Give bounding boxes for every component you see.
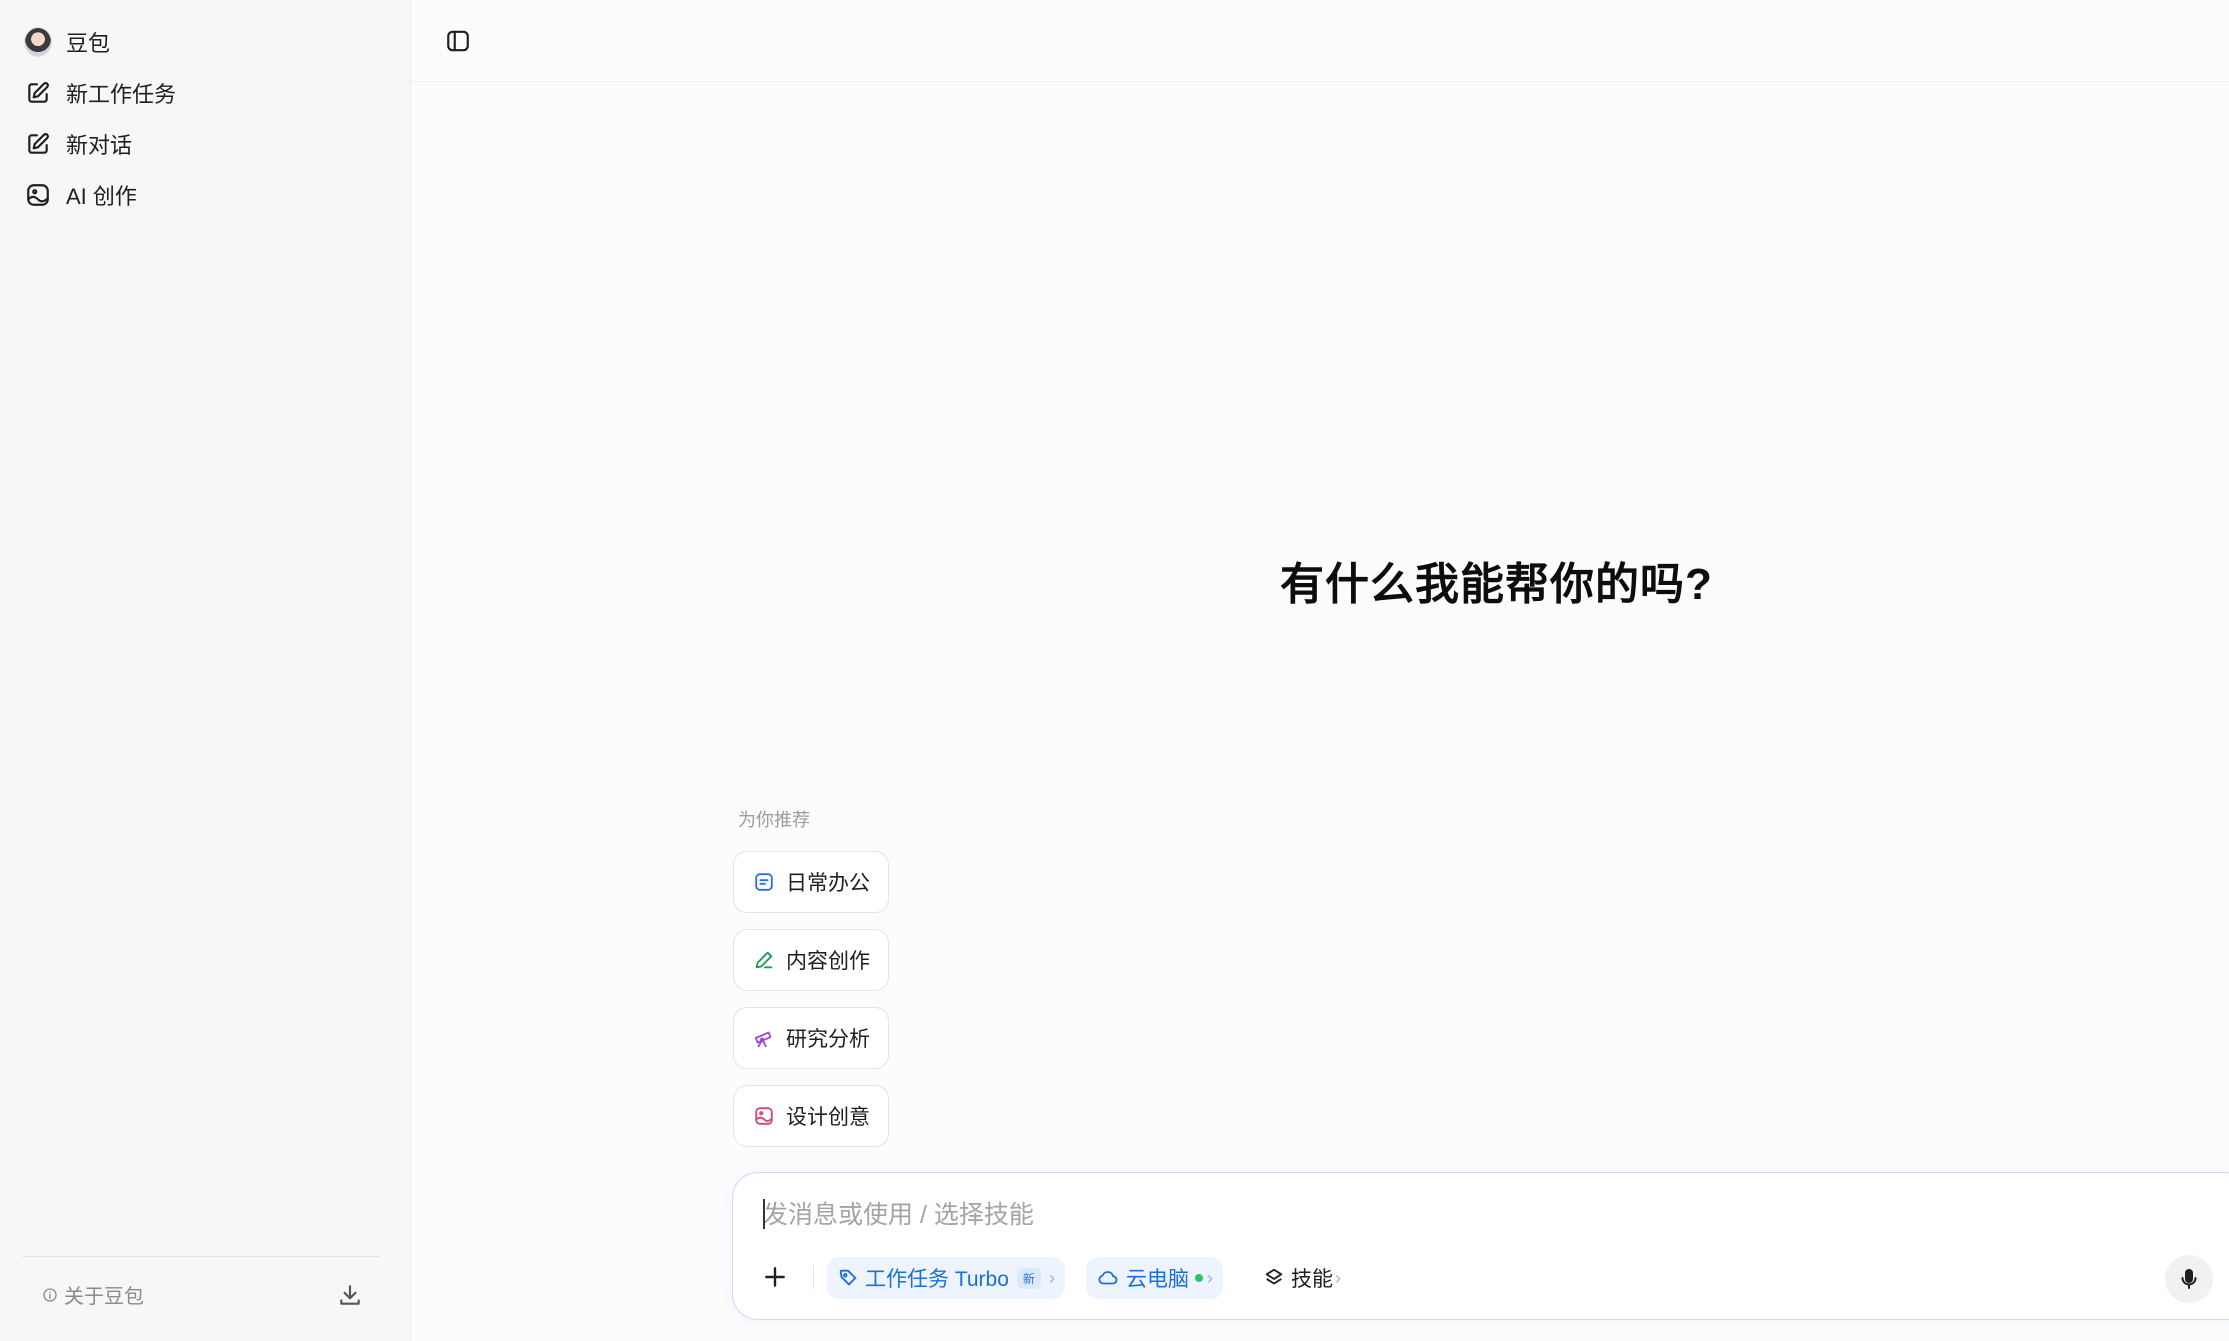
recommend-title: 为你推荐 <box>738 810 810 830</box>
recommend-label: 研究分析 <box>786 1028 870 1051</box>
image-icon <box>752 1104 776 1128</box>
edit-icon <box>24 130 52 158</box>
sidebar-divider <box>22 1256 380 1257</box>
pen-icon <box>752 948 776 972</box>
document-icon <box>752 870 776 894</box>
recommend-research-analysis[interactable]: 研究分析 <box>733 1007 889 1069</box>
recommend-content-creation[interactable]: 内容创作 <box>733 929 889 991</box>
sidebar-item-new-work-task[interactable]: 新工作任务 <box>24 73 384 113</box>
sidebar-item-label: AI 创作 <box>66 184 137 209</box>
skills-button[interactable]: 技能 › <box>1253 1257 1351 1299</box>
sidebar-item-label: 新对话 <box>66 133 133 158</box>
skills-label: 技能 <box>1291 1268 1333 1291</box>
chevron-right-icon: › <box>1048 1267 1055 1288</box>
top-bar <box>411 0 2229 82</box>
about-doubao-link[interactable]: 关于豆包 <box>42 1280 144 1309</box>
work-task-turbo-label: 工作任务 Turbo <box>865 1268 1009 1291</box>
recommend-design-creative[interactable]: 设计创意 <box>733 1085 889 1147</box>
image-icon <box>24 181 52 209</box>
sidebar-item-label: 新工作任务 <box>66 82 177 107</box>
recommend-label: 内容创作 <box>786 950 870 973</box>
sidebar-toggle-icon <box>445 28 471 54</box>
layers-icon <box>1263 1267 1285 1289</box>
recommend-label: 设计创意 <box>786 1106 870 1129</box>
sidebar-toggle-button[interactable] <box>441 24 475 58</box>
message-composer: 工作任务 Turbo 新 › 云电脑 › 技能 › <box>732 1172 2229 1320</box>
about-label: 关于豆包 <box>64 1286 144 1308</box>
tag-icon <box>837 1267 859 1289</box>
download-button[interactable] <box>334 1279 366 1311</box>
online-status-dot <box>1195 1274 1203 1282</box>
info-icon <box>42 1287 58 1303</box>
add-attachment-button[interactable] <box>755 1257 795 1297</box>
voice-input-button[interactable] <box>2165 1255 2213 1303</box>
recommend-label: 日常办公 <box>786 872 870 895</box>
page-title: 有什么我能帮你的吗? <box>1280 560 1713 609</box>
composer-divider <box>813 1265 814 1289</box>
text-caret <box>763 1199 765 1229</box>
sidebar-item-label: 豆包 <box>66 31 111 56</box>
sidebar-item-doubao[interactable]: 豆包 <box>24 22 384 62</box>
edit-icon <box>24 79 52 107</box>
sidebar: 豆包 新工作任务 新对话 AI 创作 关于豆包 <box>0 0 411 1341</box>
cloud-computer-button[interactable]: 云电脑 › <box>1086 1257 1223 1299</box>
sidebar-item-ai-create[interactable]: AI 创作 <box>24 175 384 215</box>
telescope-icon <box>752 1026 776 1050</box>
microphone-icon <box>2177 1267 2201 1291</box>
avatar <box>24 27 52 57</box>
recommend-daily-office[interactable]: 日常办公 <box>733 851 889 913</box>
new-badge: 新 <box>1016 1267 1041 1289</box>
download-icon <box>337 1282 363 1308</box>
cloud-icon <box>1096 1267 1120 1289</box>
plus-icon <box>762 1264 788 1290</box>
message-input[interactable] <box>761 1193 2161 1237</box>
cloud-computer-label: 云电脑 <box>1126 1268 1189 1291</box>
chevron-right-icon: › <box>1335 1267 1341 1288</box>
chevron-right-icon: › <box>1207 1267 1213 1288</box>
sidebar-item-new-chat[interactable]: 新对话 <box>24 124 384 164</box>
work-task-turbo-button[interactable]: 工作任务 Turbo 新 › <box>827 1257 1065 1299</box>
